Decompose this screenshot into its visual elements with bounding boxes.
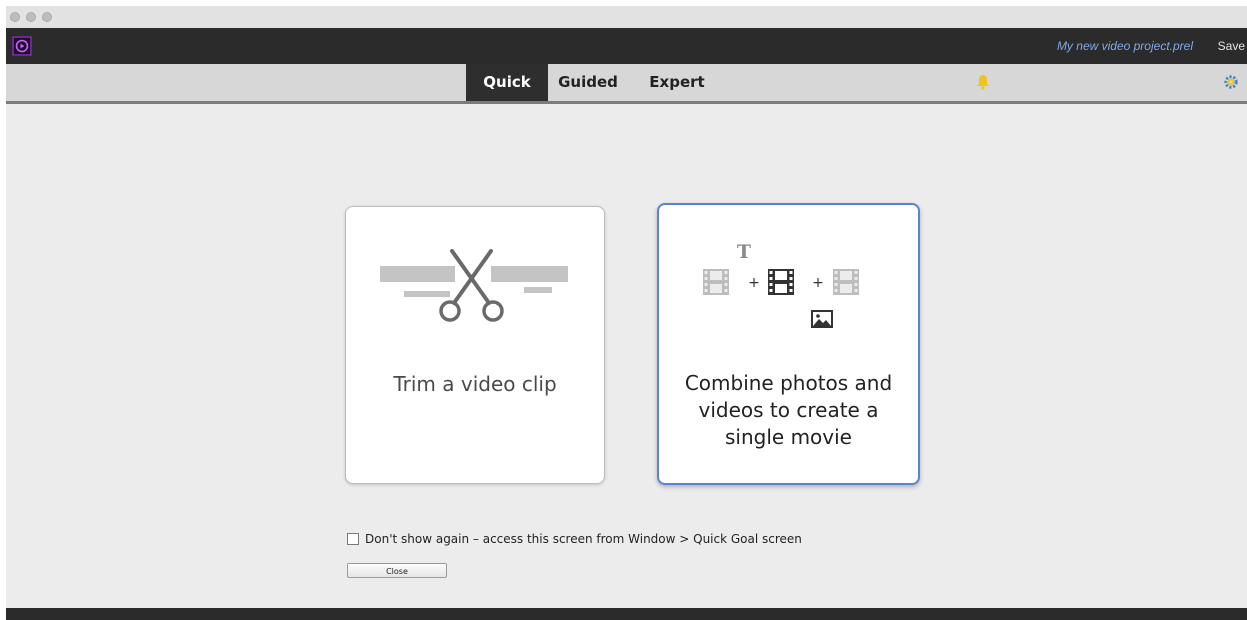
combine-label-line-2: videos to create a bbox=[698, 398, 879, 422]
dont-show-again-checkbox[interactable] bbox=[347, 533, 359, 545]
bottom-bar bbox=[6, 608, 1247, 620]
dont-show-again-label: Don't show again – access this screen fr… bbox=[365, 532, 802, 546]
quick-goal-screen: Trim a video clip T + + Combine photos a… bbox=[6, 104, 1247, 608]
project-name[interactable]: My new video project.prel bbox=[1057, 39, 1193, 53]
tab-expert[interactable]: Expert bbox=[646, 64, 708, 101]
svg-text:+: + bbox=[748, 275, 760, 291]
combine-media-icon: T + + bbox=[703, 241, 859, 328]
goal-card-combine[interactable]: T + + Combine photos and videos to creat… bbox=[657, 203, 920, 485]
close-button[interactable]: Close bbox=[347, 563, 447, 578]
app-bar: My new video project.prel Save bbox=[6, 28, 1247, 64]
svg-text:+: + bbox=[812, 275, 824, 291]
dont-show-again-row[interactable]: Don't show again – access this screen fr… bbox=[347, 532, 802, 546]
scissors-icon bbox=[380, 249, 568, 322]
save-button[interactable]: Save bbox=[1218, 39, 1245, 53]
goal-card-trim[interactable]: Trim a video clip bbox=[345, 206, 605, 484]
tab-quick[interactable]: Quick bbox=[466, 64, 548, 101]
zoom-window-button[interactable] bbox=[42, 12, 52, 22]
bell-icon[interactable] bbox=[976, 74, 990, 94]
minimize-window-button[interactable] bbox=[26, 12, 36, 22]
app-logo-icon[interactable] bbox=[12, 36, 32, 56]
combine-title-glyph: T bbox=[737, 241, 751, 263]
combine-label-line-1: Combine photos and bbox=[684, 371, 893, 395]
tab-guided[interactable]: Guided bbox=[554, 64, 622, 101]
mode-bar: Quick Guided Expert bbox=[6, 64, 1247, 104]
combine-label-line-3: single movie bbox=[725, 425, 852, 449]
trim-label: Trim a video clip bbox=[393, 372, 557, 396]
app-window: My new video project.prel Save Quick Gui… bbox=[6, 6, 1247, 620]
close-window-button[interactable] bbox=[10, 12, 20, 22]
gear-icon[interactable] bbox=[1223, 74, 1239, 94]
title-bar bbox=[6, 6, 1247, 28]
